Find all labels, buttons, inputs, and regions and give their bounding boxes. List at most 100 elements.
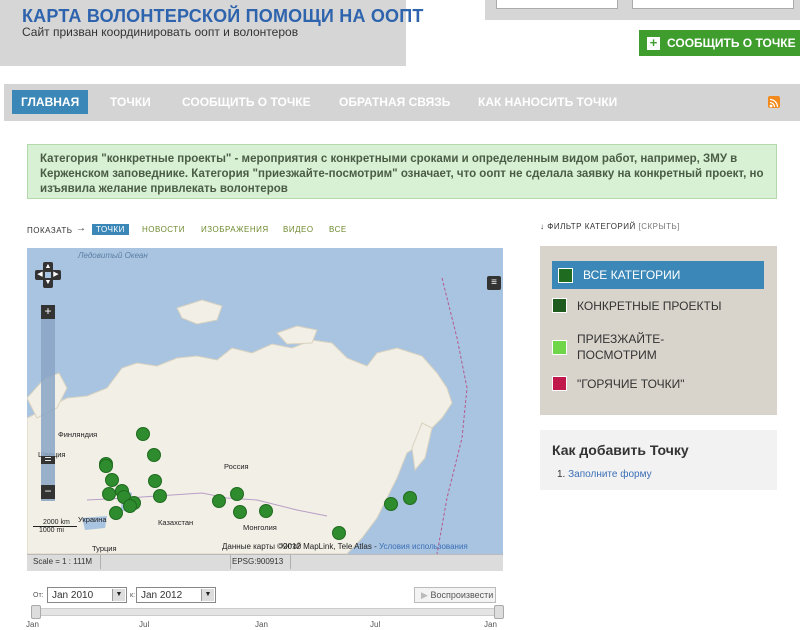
map-scalebar: 2000 km 1000 mi <box>33 519 77 534</box>
map-label-ukraine: Украина <box>78 515 107 524</box>
map-label-kazakhstan: Казахстан <box>158 518 194 527</box>
map-label-russia: Россия <box>224 462 249 471</box>
tab-video[interactable]: ВИДЕО <box>283 225 314 234</box>
scale-mi: 1000 mi <box>39 527 64 534</box>
map-point[interactable] <box>147 448 161 462</box>
map-canvas <box>27 277 468 554</box>
map-label-ocean: Ледовитый Океан <box>78 251 148 260</box>
arrow-right-icon: → <box>76 223 86 234</box>
map-point[interactable] <box>148 474 162 488</box>
chevron-down-icon[interactable]: ▼ <box>112 589 125 601</box>
howto-panel <box>540 430 777 490</box>
chevron-down-icon[interactable]: ▼ <box>201 589 214 601</box>
filter-title-text: ФИЛЬТР КАТЕГОРИЙ <box>547 222 636 231</box>
category-label: "ГОРЯЧИЕ ТОЧКИ" <box>577 376 685 391</box>
map-point[interactable] <box>233 505 247 519</box>
category-notice: Категория "конкретные проекты" - меропри… <box>27 144 777 199</box>
category-filter-title: ↓ ФИЛЬТР КАТЕГОРИЙ [СКРЫТЬ] <box>540 222 680 231</box>
play-icon: ▶ <box>421 590 428 600</box>
timeline-start-handle[interactable] <box>31 605 41 619</box>
category-come-see[interactable]: ПРИЕЗЖАЙТЕ-ПОСМОТРИМ <box>552 331 702 363</box>
timeline-tick: Jul <box>139 620 150 629</box>
scale-km: 2000 km <box>33 519 77 527</box>
map-point[interactable] <box>259 504 273 518</box>
map-point[interactable] <box>230 487 244 501</box>
category-swatch <box>552 339 567 355</box>
category-swatch <box>552 298 567 313</box>
landmass-arctic-island <box>176 299 223 325</box>
play-button[interactable]: ▶ Воспроизвести <box>414 587 496 603</box>
category-projects[interactable]: КОНКРЕТНЫЕ ПРОЕКТЫ <box>552 298 764 313</box>
tab-images[interactable]: ИЗОБРАЖЕНИЯ <box>201 225 269 234</box>
zoom-out-button[interactable]: − <box>41 485 55 499</box>
from-label: От: <box>33 592 44 599</box>
map-point[interactable] <box>99 459 113 473</box>
nav-item-points[interactable]: ТОЧКИ <box>110 90 151 114</box>
site-subtitle: Сайт призван координировать оопт и волон… <box>22 25 299 39</box>
rss-icon[interactable] <box>768 96 780 108</box>
map-point[interactable] <box>105 473 119 487</box>
footer-divider <box>230 555 231 569</box>
category-label: ПРИЕЗЖАЙТЕ-ПОСМОТРИМ <box>577 332 665 362</box>
timeline-tick: Jul <box>370 620 381 629</box>
tab-all[interactable]: ВСЕ <box>329 225 347 234</box>
terms-link[interactable]: Условия использования <box>379 542 468 551</box>
map-point[interactable] <box>136 427 150 441</box>
category-label: КОНКРЕТНЫЕ ПРОЕКТЫ <box>577 298 722 313</box>
zoom-slider[interactable] <box>41 305 55 501</box>
map-point[interactable] <box>102 487 116 501</box>
map-point[interactable] <box>403 491 417 505</box>
map-label-turkey: Турция <box>92 544 117 553</box>
report-point-label: СООБЩИТЬ О ТОЧКЕ <box>667 36 796 50</box>
timeline-tick: Jan <box>484 620 497 629</box>
play-label: Воспроизвести <box>430 590 494 600</box>
howto-form-link[interactable]: Заполните форму <box>568 469 651 480</box>
to-date-value: Jan 2012 <box>141 590 183 601</box>
footer-divider <box>290 555 291 569</box>
plus-icon: + <box>647 36 660 50</box>
hide-link[interactable]: [СКРЫТЬ] <box>638 222 679 231</box>
layers-icon[interactable]: ≡ <box>487 276 501 290</box>
tab-points[interactable]: ТОЧКИ <box>92 224 129 235</box>
howto-title: Как добавить Точку <box>552 442 689 458</box>
map-attribution-text: Данные карты ©2012 MapLink, Tele Atlas - <box>222 542 379 551</box>
category-swatch <box>552 376 567 391</box>
map-view[interactable] <box>27 248 503 554</box>
map-point[interactable] <box>332 526 346 540</box>
howto-list-item: 1. Заполните форму <box>557 469 652 480</box>
top-select-field[interactable] <box>496 0 618 9</box>
map-label-mongolia: Монголия <box>243 523 277 532</box>
nav-item-report[interactable]: СООБЩИТЬ О ТОЧКЕ <box>182 90 311 114</box>
map-point[interactable] <box>384 497 398 511</box>
site-title[interactable]: КАРТА ВОЛОНТЕРСКОЙ ПОМОЩИ НА ООПТ <box>22 6 424 27</box>
nav-item-feedback[interactable]: ОБРАТНАЯ СВЯЗЬ <box>339 90 450 114</box>
timeline-tick: Jan <box>26 620 39 629</box>
report-point-button[interactable]: + СООБЩИТЬ О ТОЧКЕ <box>639 30 800 56</box>
map-label-finland: Финляндия <box>58 430 98 439</box>
pan-control[interactable]: ▲ ◀ ▶ ▼ <box>35 262 61 288</box>
category-all[interactable]: ВСЕ КАТЕГОРИИ <box>552 261 764 289</box>
map-point[interactable] <box>212 494 226 508</box>
tab-news[interactable]: НОВОСТИ <box>142 225 185 234</box>
top-search-input[interactable] <box>632 0 794 9</box>
zoom-in-button[interactable]: + <box>41 305 55 319</box>
map-point[interactable] <box>153 489 167 503</box>
nav-item-home[interactable]: ГЛАВНАЯ <box>12 90 89 114</box>
zoom-slider-handle[interactable]: = <box>41 453 55 465</box>
map-point[interactable] <box>123 499 137 513</box>
pan-down-icon[interactable]: ▼ <box>43 278 53 288</box>
from-date-select[interactable]: Jan 2010 ▼ <box>47 587 127 603</box>
show-label: ПОКАЗАТЬ <box>27 226 73 235</box>
nav-item-howto[interactable]: КАК НАНОСИТЬ ТОЧКИ <box>478 90 617 114</box>
epsg-readout: EPSG:900913 <box>232 557 284 566</box>
timeline-end-handle[interactable] <box>494 605 504 619</box>
timeline-tick: Jan <box>255 620 268 629</box>
scale-readout: Scale = 1 : 111M <box>33 557 93 566</box>
category-hot-spots[interactable]: "ГОРЯЧИЕ ТОЧКИ" <box>552 376 764 391</box>
map-attribution: Данные карты ©2012 MapLink, Tele Atlas -… <box>222 542 468 551</box>
from-date-value: Jan 2010 <box>52 590 94 601</box>
to-date-select[interactable]: Jan 2012 ▼ <box>136 587 216 603</box>
to-label: к: <box>130 592 136 599</box>
map-point[interactable] <box>109 506 123 520</box>
timeline-slider-track[interactable] <box>33 608 502 616</box>
